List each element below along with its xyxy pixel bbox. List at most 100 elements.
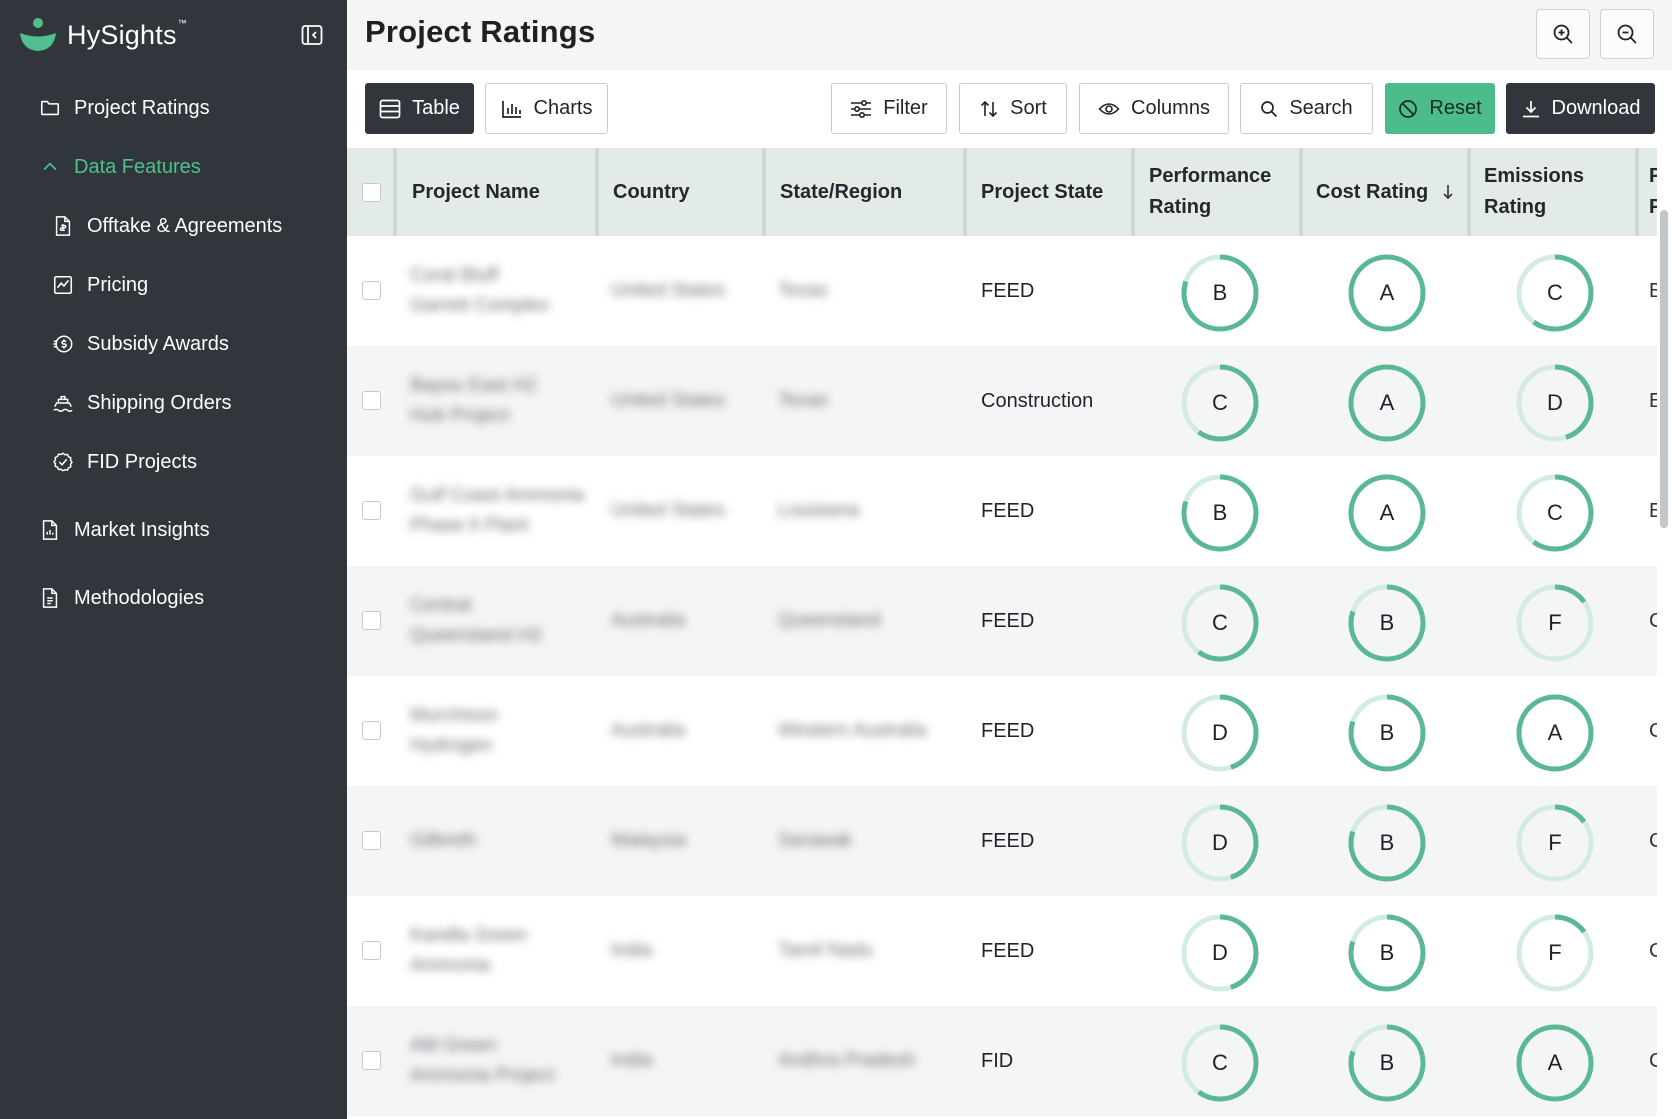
row-checkbox[interactable] — [362, 391, 381, 410]
panel-collapse-icon[interactable] — [298, 22, 326, 48]
overflow-column-cell: C — [1649, 609, 1657, 632]
state-region-cell-text: Tamil Nadu — [778, 940, 874, 961]
emissions-rating-badge: C — [1515, 253, 1595, 333]
overflow-column-cell: C — [1649, 939, 1657, 962]
project-name-cell[interactable]: Coral Bluff Garrett Complex — [410, 236, 549, 346]
rating-grade: A — [1379, 500, 1395, 525]
table-row[interactable]: Kandla Green Ammonia India Tamil Nadu FEED D B… — [347, 896, 1657, 1006]
row-checkbox[interactable] — [362, 281, 381, 300]
project-name-text: Central Queensland H2 — [410, 595, 543, 646]
project-name-cell[interactable]: Murchison Hydrogen — [410, 676, 498, 786]
project-name-cell[interactable]: AM Green Ammonia Project — [410, 1006, 555, 1116]
country-cell: Australia — [611, 566, 685, 676]
table-scrollbar-thumb[interactable] — [1660, 210, 1668, 528]
sidebar-item-label: Offtake & Agreements — [87, 214, 283, 237]
charts-view-button[interactable]: Charts — [485, 83, 608, 134]
emissions-rating-badge: F — [1515, 913, 1595, 993]
column-header-state-region[interactable]: State/Region — [780, 148, 902, 236]
table-row[interactable]: Gilbreth Malaysia Sarawak FEED D B F C — [347, 786, 1657, 896]
row-checkbox[interactable] — [362, 1051, 381, 1070]
row-checkbox[interactable] — [362, 831, 381, 850]
column-header-country[interactable]: Country — [613, 148, 690, 236]
sidebar-item-market-insights[interactable]: Market Insights — [38, 518, 210, 542]
brand-logo[interactable]: HySights™ — [18, 14, 187, 56]
overflow-column-cell: C — [1649, 719, 1657, 742]
project-name-text: Gulf Coast Ammonia Phase II Plant — [410, 485, 585, 536]
row-checkbox[interactable] — [362, 721, 381, 740]
brand-name: HySights™ — [67, 17, 187, 50]
table-row[interactable]: Central Queensland H2 Australia Queensland F… — [347, 566, 1657, 676]
sidebar-item-methodologies[interactable]: Methodologies — [38, 586, 204, 610]
sidebar-item-label: Market Insights — [74, 518, 210, 541]
project-name-cell[interactable]: Gulf Coast Ammonia Phase II Plant — [410, 456, 584, 566]
project-name-text: Gilbreth — [410, 830, 477, 851]
rating-grade: F — [1548, 940, 1562, 965]
column-divider — [1635, 148, 1639, 236]
sidebar: HySights™ Project Ratings Data Features … — [0, 0, 347, 1119]
reset-button[interactable]: Reset — [1385, 83, 1495, 134]
sidebar-item-shipping-orders[interactable]: Shipping Orders — [51, 391, 232, 415]
project-name-text: Bayou East H2 Hub Project — [410, 375, 537, 426]
download-button[interactable]: Download — [1506, 83, 1655, 134]
sidebar-item-data-features[interactable]: Data Features — [38, 155, 201, 179]
sidebar-item-subsidy-awards[interactable]: Subsidy Awards — [51, 332, 229, 356]
overflow-column-cell: E — [1649, 499, 1657, 522]
page-title: Project Ratings — [365, 14, 596, 49]
rating-grade: C — [1547, 280, 1563, 305]
project-name-cell[interactable]: Bayou East H2 Hub Project — [410, 346, 537, 456]
project-name-cell[interactable]: Gilbreth — [410, 786, 477, 896]
row-checkbox[interactable] — [362, 941, 381, 960]
columns-button[interactable]: Columns — [1079, 83, 1229, 134]
column-header-performance-rating[interactable]: Performance Rating — [1149, 148, 1289, 236]
table-view-label: Table — [412, 97, 460, 119]
project-name-cell[interactable]: Central Queensland H2 — [410, 566, 542, 676]
country-cell: United States — [611, 236, 725, 346]
project-name-cell[interactable]: Kandla Green Ammonia — [410, 896, 527, 1006]
column-header-cost-rating[interactable]: Cost Rating — [1316, 148, 1428, 236]
rating-grade: C — [1547, 500, 1563, 525]
sidebar-item-project-ratings[interactable]: Project Ratings — [38, 96, 210, 120]
table-row[interactable]: Gulf Coast Ammonia Phase II Plant United S… — [347, 456, 1657, 566]
row-checkbox[interactable] — [362, 501, 381, 520]
emissions-rating-badge: A — [1515, 693, 1595, 773]
overflow-column-cell: E — [1649, 389, 1657, 412]
cost-rating-badge: B — [1347, 803, 1427, 883]
sort-descending-icon[interactable] — [1441, 148, 1455, 236]
state-region-cell-text: Western Australia — [778, 720, 927, 741]
project-state-cell-text: FEED — [981, 499, 1035, 522]
country-cell-text: United States — [611, 390, 726, 411]
filter-button[interactable]: Filter — [831, 83, 947, 134]
project-state-cell-text: Construction — [981, 389, 1094, 412]
performance-rating-badge: C — [1180, 1023, 1260, 1103]
select-all-checkbox[interactable] — [362, 183, 381, 202]
column-header-overflow[interactable]: PP — [1649, 148, 1657, 236]
row-checkbox[interactable] — [362, 611, 381, 630]
column-header-project-name[interactable]: Project Name — [412, 148, 540, 236]
state-region-cell-text: Queensland — [778, 610, 881, 631]
project-state-cell: FEED — [981, 236, 1034, 346]
table-row[interactable]: AM Green Ammonia Project India Andhra Prade… — [347, 1006, 1657, 1116]
table-view-button[interactable]: Table — [365, 83, 474, 134]
sidebar-item-offtake-agreements[interactable]: Offtake & Agreements — [51, 214, 282, 238]
column-header-emissions-rating[interactable]: Emissions Rating — [1484, 148, 1624, 236]
rating-grade: A — [1547, 1050, 1563, 1075]
zoom-out-button[interactable] — [1600, 9, 1654, 59]
project-state-cell: FEED — [981, 456, 1034, 566]
table-row[interactable]: Bayou East H2 Hub Project United States Tex… — [347, 346, 1657, 456]
country-cell-text: Australia — [611, 720, 685, 741]
sort-button[interactable]: Sort — [959, 83, 1067, 134]
performance-rating-badge: C — [1180, 583, 1260, 663]
column-header-project-state[interactable]: Project State — [981, 148, 1103, 236]
country-cell: India — [611, 896, 652, 1006]
rating-grade: C — [1212, 390, 1228, 415]
cost-rating-badge: B — [1347, 693, 1427, 773]
state-region-cell: Texas — [778, 236, 828, 346]
sidebar-item-pricing[interactable]: Pricing — [51, 273, 148, 297]
table-row[interactable]: Murchison Hydrogen Australia Western Austra… — [347, 676, 1657, 786]
zoom-in-button[interactable] — [1536, 9, 1590, 59]
download-label: Download — [1551, 97, 1641, 119]
emissions-rating-badge: D — [1515, 363, 1595, 443]
table-row[interactable]: Coral Bluff Garrett Complex United States T… — [347, 236, 1657, 346]
search-button[interactable]: Search — [1240, 83, 1373, 134]
sidebar-item-fid-projects[interactable]: FID Projects — [51, 450, 197, 474]
